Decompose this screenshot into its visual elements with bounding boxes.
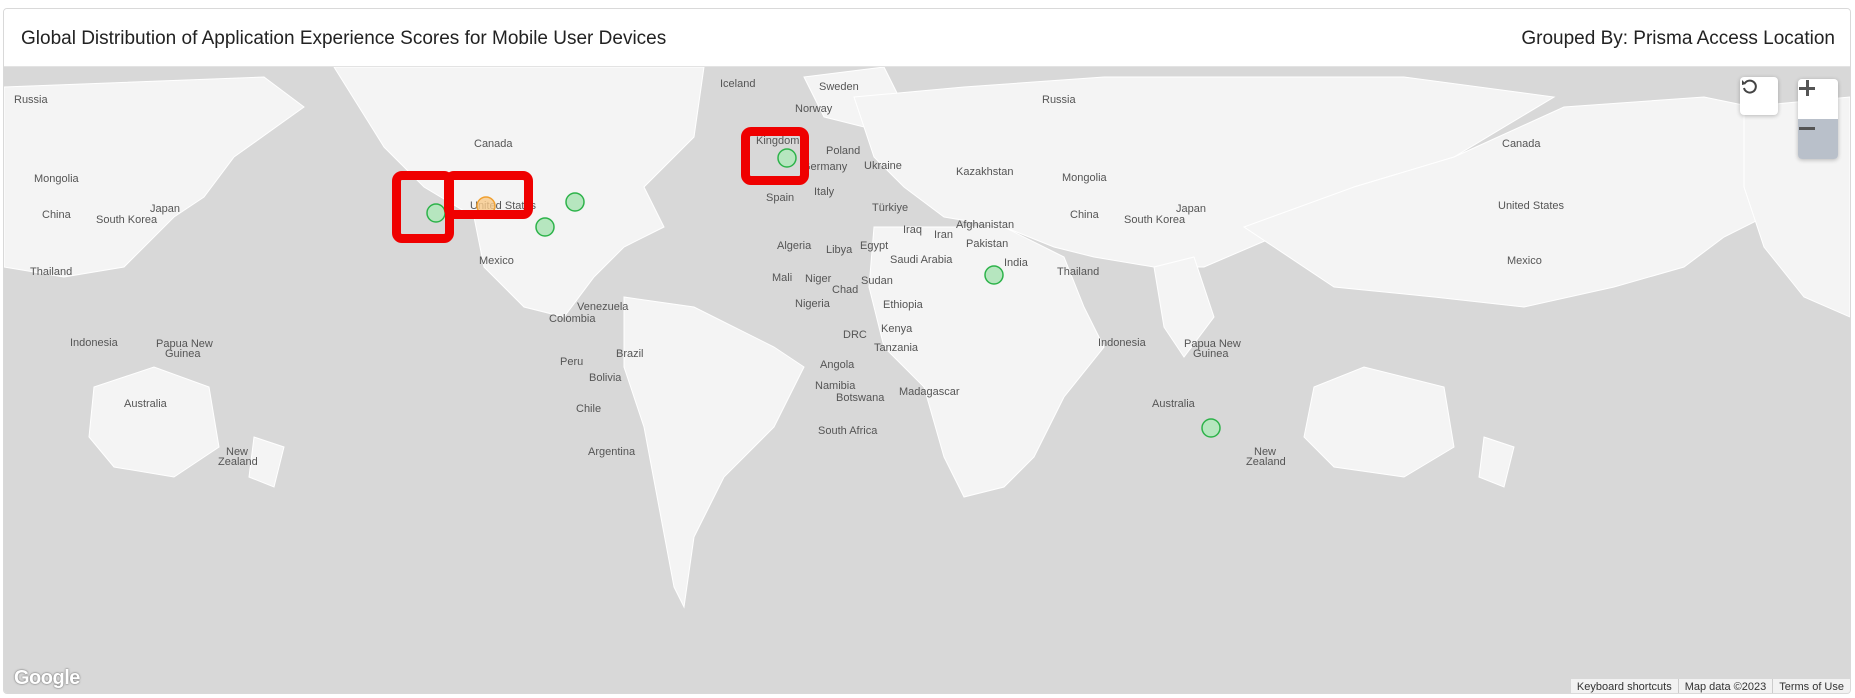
map-label: Spain xyxy=(766,192,794,204)
land-australia-right xyxy=(1303,366,1455,478)
marker-australia[interactable] xyxy=(1201,418,1221,438)
map-label: Russia xyxy=(1042,94,1077,106)
map-label: Iceland xyxy=(720,78,755,90)
keyboard-shortcuts-link[interactable]: Keyboard shortcuts xyxy=(1571,679,1678,693)
reset-view-button[interactable] xyxy=(1740,77,1778,115)
map-label: Kenya xyxy=(881,323,913,335)
map-data-text: Map data ©2023 xyxy=(1677,679,1773,693)
terms-of-use-link[interactable]: Terms of Use xyxy=(1772,679,1850,693)
map-label: Libya xyxy=(826,244,853,256)
map-label: Indonesia xyxy=(1098,337,1147,349)
zoom-in-button[interactable] xyxy=(1798,79,1838,119)
map-label: Japan xyxy=(150,203,180,215)
zoom-controls xyxy=(1798,79,1838,159)
map-label: South Korea xyxy=(1124,214,1186,226)
map-label: Australia xyxy=(1152,398,1196,410)
map-label: Namibia xyxy=(815,380,856,392)
map-label: Niger xyxy=(805,273,832,285)
map-label: Mexico xyxy=(479,255,514,267)
map-label: Australia xyxy=(124,398,168,410)
map-label: Ukraine xyxy=(864,160,902,172)
map-label: Poland xyxy=(826,145,860,157)
map-canvas[interactable]: Russia Canada Mongolia China South Korea… xyxy=(4,67,1850,693)
map-label: Türkiye xyxy=(872,202,908,214)
map-label: Thailand xyxy=(30,266,72,278)
annotation-box xyxy=(741,127,809,185)
map-label: Nigeria xyxy=(795,298,831,310)
map-label: Guinea xyxy=(1193,348,1229,360)
map-label: Thailand xyxy=(1057,266,1099,278)
map-label: Angola xyxy=(820,359,855,371)
map-label: Kazakhstan xyxy=(956,166,1013,178)
reset-icon xyxy=(1742,79,1757,94)
map-label: Brazil xyxy=(616,348,644,360)
map-label: Bolivia xyxy=(589,372,622,384)
map-label: Indonesia xyxy=(70,337,119,349)
map-label: Peru xyxy=(560,356,583,368)
map-label: China xyxy=(42,209,72,221)
map-label: Guinea xyxy=(165,348,201,360)
map-label: Canada xyxy=(474,138,513,150)
land-nz-right xyxy=(1478,436,1515,488)
grouped-by-label: Grouped By: Prisma Access Location xyxy=(1521,28,1835,49)
map-label: Mexico xyxy=(1507,255,1542,267)
map-label: Mongolia xyxy=(34,173,80,185)
map-label: Chile xyxy=(576,403,601,415)
map-label: Russia xyxy=(14,94,49,106)
map-label: Chad xyxy=(832,284,858,296)
map-label: Tanzania xyxy=(874,342,919,354)
map-label: Sweden xyxy=(819,81,859,93)
map-label: Italy xyxy=(814,186,835,198)
card-title: Global Distribution of Application Exper… xyxy=(21,28,667,49)
map-label: Egypt xyxy=(860,240,888,252)
map-label: Sudan xyxy=(861,275,893,287)
map-label: Japan xyxy=(1176,203,1206,215)
map-label: India xyxy=(1004,257,1029,269)
map-label: Norway xyxy=(795,103,833,115)
map-label: Saudi Arabia xyxy=(890,254,953,266)
marker-india[interactable] xyxy=(984,265,1004,285)
map-label: Venezuela xyxy=(577,301,629,313)
marker-us-east[interactable] xyxy=(565,192,585,212)
plus-icon xyxy=(1799,80,1815,96)
card-header: Global Distribution of Application Exper… xyxy=(4,9,1850,67)
map-label: United States xyxy=(1498,200,1565,212)
map-label: Iran xyxy=(934,229,953,241)
map-card: Global Distribution of Application Exper… xyxy=(3,8,1851,694)
map-label: Algeria xyxy=(777,240,812,252)
google-logo: Google xyxy=(14,667,80,689)
map-label: Mali xyxy=(772,272,792,284)
map-label: Zealand xyxy=(1246,456,1286,468)
map-label: Pakistan xyxy=(966,238,1008,250)
map-label: South Korea xyxy=(96,214,158,226)
map-label: Argentina xyxy=(588,446,636,458)
map-label: Colombia xyxy=(549,313,596,325)
marker-us-southeast[interactable] xyxy=(535,217,555,237)
map-attribution: Keyboard shortcuts Map data ©2023 Terms … xyxy=(1570,679,1850,693)
world-map[interactable]: Russia Canada Mongolia China South Korea… xyxy=(4,67,1850,693)
map-label: Madagascar xyxy=(899,386,960,398)
map-label: Zealand xyxy=(218,456,258,468)
map-label: Ethiopia xyxy=(883,299,924,311)
zoom-out-button[interactable] xyxy=(1798,119,1838,159)
map-label: Mongolia xyxy=(1062,172,1108,184)
map-label: DRC xyxy=(843,329,867,341)
map-label: Canada xyxy=(1502,138,1541,150)
map-label: China xyxy=(1070,209,1100,221)
map-label: South Africa xyxy=(818,425,878,437)
map-label: Botswana xyxy=(836,392,885,404)
annotation-box xyxy=(444,171,533,219)
map-label: Afghanistan xyxy=(956,219,1014,231)
minus-icon xyxy=(1799,127,1815,130)
land-australia-left xyxy=(88,366,220,478)
map-label: Iraq xyxy=(903,224,922,236)
land-south-america xyxy=(623,296,805,609)
